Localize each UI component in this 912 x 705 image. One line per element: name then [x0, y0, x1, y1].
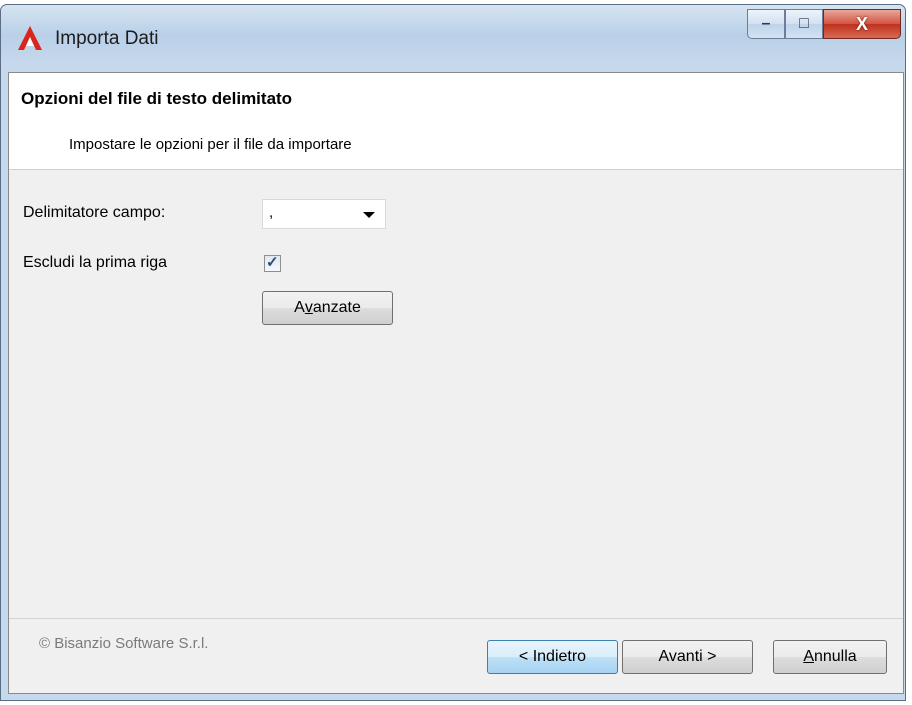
- copyright-text: © Bisanzio Software S.r.l.: [39, 635, 209, 652]
- close-button[interactable]: X: [823, 9, 901, 39]
- next-button[interactable]: Avanti >: [622, 640, 753, 674]
- title-bar[interactable]: Importa Dati – □ X: [1, 5, 905, 77]
- minimize-icon: –: [761, 15, 771, 32]
- skip-first-row-label: Escludi la prima riga: [23, 254, 168, 271]
- chevron-down-icon[interactable]: [363, 212, 375, 218]
- app-logo-icon: [18, 26, 42, 50]
- cancel-button[interactable]: Annulla: [773, 640, 887, 674]
- dialog-body: Opzioni del file di testo delimitato Imp…: [8, 72, 904, 694]
- advanced-label-accel: v: [304, 299, 313, 316]
- wizard-header: Opzioni del file di testo delimitato Imp…: [9, 73, 903, 170]
- checkmark-icon: ✓: [266, 254, 279, 271]
- skip-first-row-checkbox[interactable]: ✓: [264, 254, 281, 272]
- window-title: Importa Dati: [55, 28, 159, 49]
- page-subtitle: Impostare le opzioni per il file da impo…: [69, 136, 352, 153]
- page-title: Opzioni del file di testo delimitato: [21, 89, 293, 108]
- advanced-label-rest: anzate: [312, 299, 361, 316]
- advanced-button[interactable]: Av anzate: [262, 291, 393, 325]
- delimiter-label: Delimitatore campo:: [23, 204, 166, 221]
- back-button[interactable]: < Indietro: [487, 640, 618, 674]
- maximize-button[interactable]: □: [785, 9, 823, 39]
- cancel-label-accel: A: [803, 648, 814, 665]
- minimize-button[interactable]: –: [747, 9, 785, 39]
- footer-divider: [9, 618, 903, 619]
- advanced-label-part: A: [294, 299, 305, 316]
- delimiter-select[interactable]: ,: [262, 199, 386, 229]
- delimiter-value: ,: [269, 204, 274, 221]
- cancel-label-rest: nnulla: [813, 648, 857, 665]
- maximize-icon: □: [799, 15, 809, 32]
- close-icon: X: [855, 13, 868, 34]
